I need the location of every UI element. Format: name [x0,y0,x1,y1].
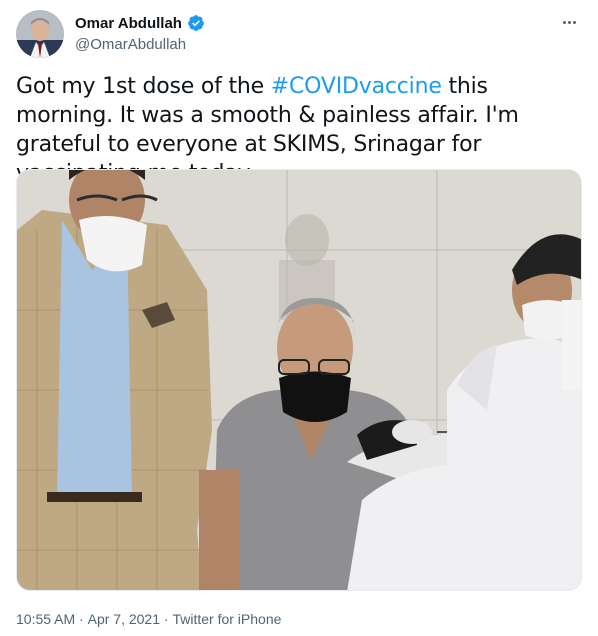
author-name[interactable]: Omar Abdullah [75,15,182,32]
tweet-header: Omar Abdullah @OmarAbdullah [16,10,582,60]
tweet-photo[interactable] [16,169,582,591]
tweet-text-part1: Got my 1st dose of the [16,74,271,99]
verified-badge-icon [187,14,205,32]
tweet-time[interactable]: 10:55 AM [16,611,75,627]
author-handle[interactable]: @OmarAbdullah [75,36,186,53]
more-options-icon[interactable] [558,12,580,32]
hashtag-link[interactable]: #COVIDvaccine [271,74,442,99]
meta-separator: · [160,611,173,627]
tweet-source[interactable]: Twitter for iPhone [172,611,281,627]
meta-separator: · [75,611,88,627]
author-avatar[interactable] [16,10,64,58]
tweet-date[interactable]: Apr 7, 2021 [88,611,160,627]
tweet-meta: 10:55 AM · Apr 7, 2021 · Twitter for iPh… [16,611,281,627]
